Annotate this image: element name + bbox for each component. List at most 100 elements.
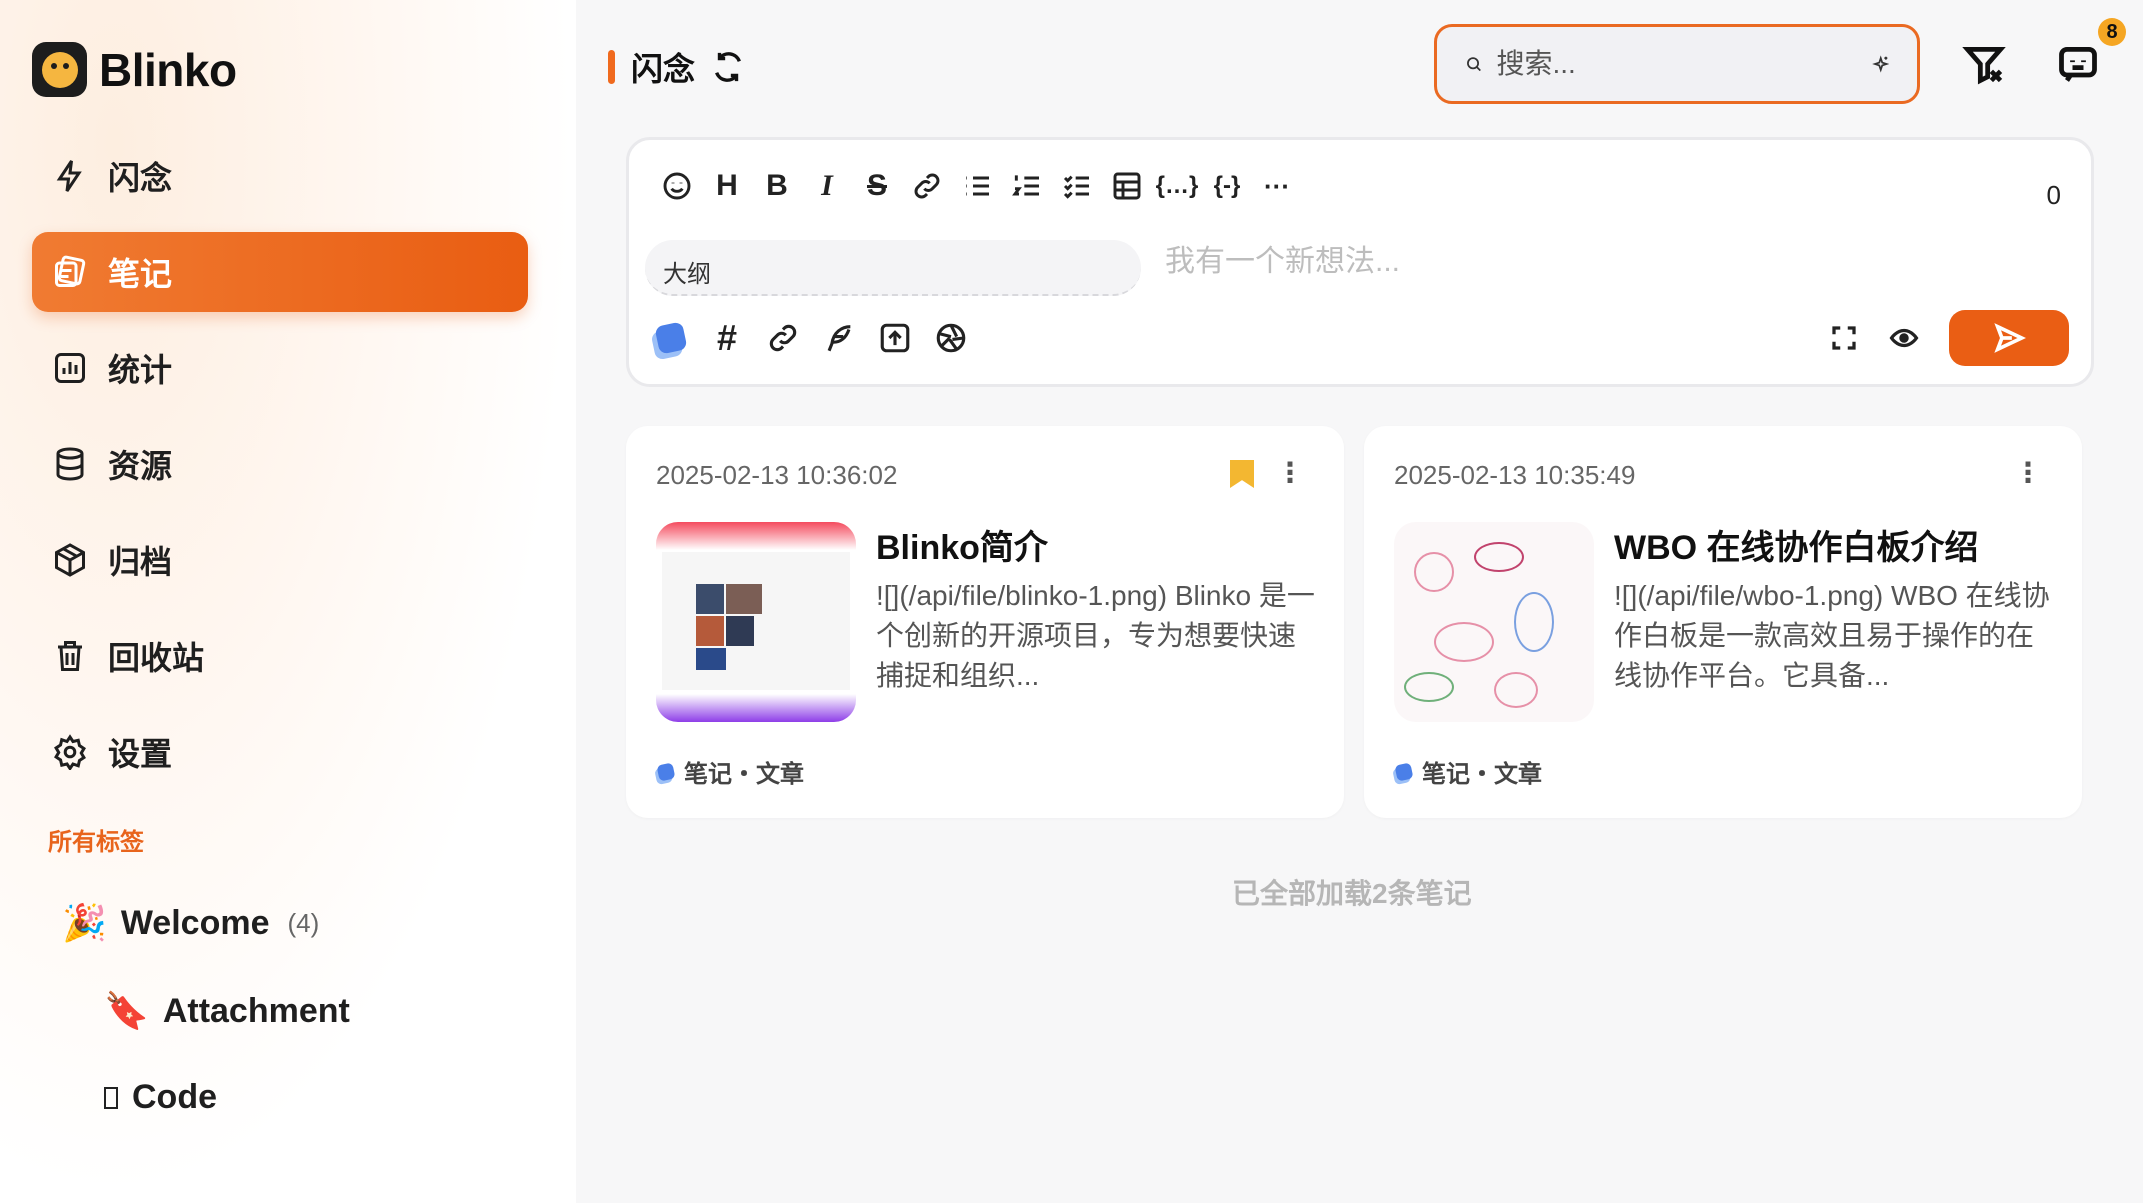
tag-label: Attachment	[162, 991, 350, 1030]
tag-label: Code	[132, 1078, 217, 1116]
app-logo[interactable]: Blinko	[32, 42, 237, 97]
smile-icon	[663, 172, 691, 200]
note-editor: H B I S {…} {-} ··· 0 大纲 我有一个新想法... #	[626, 137, 2094, 387]
sidebar: Blinko 闪念 笔记 统计 资源 归档 回收站 设置 所有标签 🎉 Welc…	[0, 0, 576, 1203]
sidebar-item-resources[interactable]: 资源	[32, 424, 528, 504]
preview-eye-icon[interactable]	[1889, 323, 1919, 353]
bookmark-tag-icon: 🔖	[104, 990, 149, 1031]
emoji-button[interactable]	[659, 168, 695, 204]
link-button[interactable]	[909, 168, 945, 204]
sidebar-item-flash[interactable]: 闪念	[32, 136, 528, 216]
link-icon	[914, 173, 940, 199]
check-list-icon	[1063, 175, 1089, 199]
bullet-list-button[interactable]	[959, 168, 995, 204]
note-thumbnail[interactable]	[1394, 522, 1594, 722]
page-title: 闪念	[608, 44, 745, 90]
bookmark-icon[interactable]	[1230, 460, 1254, 488]
ai-sparkle-icon[interactable]	[1871, 48, 1890, 80]
note-title: Blinko简介	[876, 529, 1048, 567]
note-tags[interactable]: 笔记・文章	[1394, 754, 1542, 789]
refresh-icon[interactable]	[711, 50, 745, 84]
search-icon	[1467, 57, 1481, 72]
tag-button[interactable]: #	[709, 317, 745, 358]
character-count: 0	[2046, 180, 2061, 210]
note-tags[interactable]: 笔记・文章	[656, 754, 804, 789]
note-tags-label: 笔记・文章	[1422, 761, 1542, 788]
note-excerpt: ![](/api/file/wbo-1.png) WBO 在线协作白板是一款高效…	[1614, 580, 2050, 691]
reference-link-button[interactable]	[765, 320, 801, 356]
check-list-button[interactable]	[1059, 168, 1095, 204]
editor-toolbar: H B I S {…} {-} ···	[659, 168, 1295, 204]
aperture-icon	[936, 323, 966, 353]
gear-icon	[54, 734, 86, 770]
link-icon	[769, 324, 797, 352]
draw-button[interactable]	[821, 320, 857, 356]
search-bar[interactable]	[1434, 24, 1920, 104]
doodle	[1434, 622, 1494, 662]
screenshot-preview	[662, 552, 850, 690]
flash-icon	[56, 160, 82, 192]
upload-icon	[880, 323, 910, 353]
note-thumbnail[interactable]	[656, 522, 856, 722]
tag-code[interactable]: Code	[104, 1078, 217, 1117]
note-type-icon	[654, 321, 688, 355]
send-button[interactable]	[1949, 310, 2069, 366]
inline-code-button[interactable]: {-}	[1209, 168, 1245, 204]
outline-toggle[interactable]: 大纲	[645, 240, 1141, 296]
note-excerpt: ![](/api/file/blinko-1.png) Blinko 是一个创新…	[876, 580, 1315, 691]
missing-glyph-icon	[104, 1086, 118, 1109]
table-icon	[1113, 172, 1141, 200]
search-input[interactable]	[1496, 48, 1858, 80]
sidebar-item-label: 归档	[108, 544, 173, 580]
chart-icon	[55, 353, 85, 383]
fullscreen-icon[interactable]	[1829, 323, 1859, 353]
strikethrough-button[interactable]: S	[859, 168, 895, 204]
page-title-text: 闪念	[631, 51, 696, 87]
title-accent-bar	[608, 50, 615, 84]
code-block-button[interactable]: {…}	[1156, 168, 1199, 204]
sidebar-item-label: 笔记	[108, 256, 173, 292]
trash-icon	[58, 641, 82, 671]
feather-pen-icon	[827, 325, 851, 352]
more-options-icon[interactable]: ⋮	[1276, 459, 1304, 487]
doodle	[1514, 592, 1554, 652]
note-card[interactable]: 2025-02-13 10:36:02 ⋮ Blinko简介 ![](/api/…	[626, 426, 1344, 818]
more-button[interactable]: ···	[1259, 168, 1295, 204]
heading-button[interactable]: H	[709, 168, 745, 204]
sidebar-item-trash[interactable]: 回收站	[32, 616, 528, 696]
tag-welcome[interactable]: 🎉 Welcome (4)	[62, 902, 319, 944]
note-tags-label: 笔记・文章	[684, 761, 804, 788]
notification-badge: 8	[2098, 18, 2126, 46]
bullet-list-icon	[966, 176, 989, 196]
ordered-list-button[interactable]	[1009, 168, 1045, 204]
tag-attachment[interactable]: 🔖 Attachment	[104, 990, 350, 1032]
all-tags-heading: 所有标签	[48, 829, 144, 856]
sidebar-item-settings[interactable]: 设置	[32, 712, 528, 792]
filter-icon	[1962, 46, 2006, 85]
sidebar-item-notes[interactable]: 笔记	[32, 232, 528, 312]
doodle	[1414, 552, 1454, 592]
bold-button[interactable]: B	[759, 168, 795, 204]
ai-button[interactable]	[933, 320, 969, 356]
note-type-button[interactable]	[653, 320, 689, 356]
tag-count: (4)	[287, 907, 320, 938]
editor-bottom-toolbar: #	[653, 317, 969, 358]
sidebar-item-archive[interactable]: 归档	[32, 520, 528, 600]
messages-button[interactable]	[2056, 42, 2100, 86]
more-options-icon[interactable]: ⋮	[2014, 459, 2042, 487]
italic-button[interactable]: I	[809, 168, 845, 204]
editor-input[interactable]: 我有一个新想法...	[1165, 236, 1400, 280]
database-icon	[56, 447, 84, 481]
note-card[interactable]: 2025-02-13 10:35:49 ⋮ WBO 在线协作白板介绍 ![](/…	[1364, 426, 2082, 818]
doodle	[1404, 672, 1454, 702]
sidebar-item-label: 资源	[108, 448, 173, 484]
note-type-icon	[656, 762, 676, 781]
send-icon	[1994, 323, 2026, 353]
tag-label: Welcome	[120, 903, 270, 942]
upload-button[interactable]	[877, 320, 913, 356]
table-button[interactable]	[1109, 168, 1145, 204]
filter-button[interactable]	[1962, 42, 2006, 86]
sidebar-item-stats[interactable]: 统计	[32, 328, 528, 408]
note-title: WBO 在线协作白板介绍	[1614, 529, 1979, 567]
party-popper-icon: 🎉	[62, 902, 107, 943]
